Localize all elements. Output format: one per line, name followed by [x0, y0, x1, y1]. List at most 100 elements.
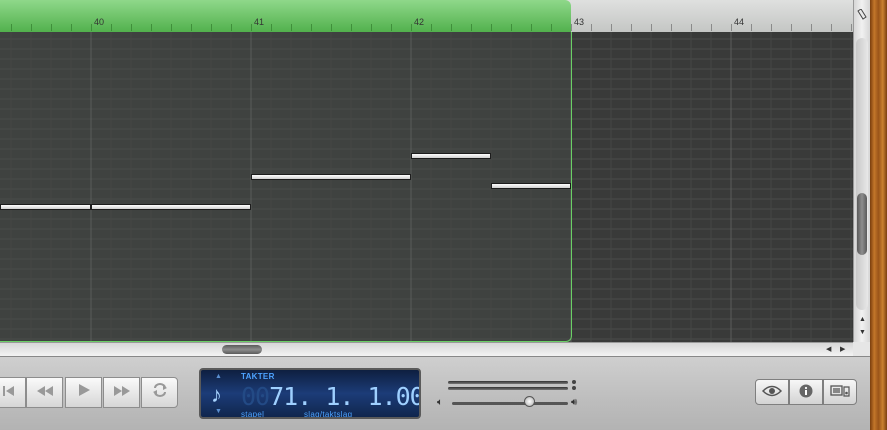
ruler-tick: [111, 24, 112, 31]
lcd-ghost-digits: 00: [241, 382, 270, 411]
ruler-tick: [471, 24, 472, 31]
ruler-tick: [171, 24, 172, 31]
ruler-tick: [851, 24, 852, 31]
fast-forward-icon: [112, 384, 132, 402]
volume-high-icon: 🔊︎: [571, 397, 578, 408]
master-volume-slider[interactable]: [452, 402, 568, 405]
bar-number-44: 44: [734, 17, 745, 27]
midi-note[interactable]: [0, 204, 91, 210]
view-button[interactable]: [755, 379, 789, 405]
ruler-tick: [91, 24, 92, 31]
midi-note[interactable]: [91, 204, 251, 210]
go-to-start-button[interactable]: [0, 377, 26, 408]
ruler-tick: [311, 24, 312, 31]
ruler-tick: [131, 24, 132, 31]
scroll-up-icon[interactable]: ▲: [859, 316, 866, 323]
midi-note[interactable]: [491, 183, 571, 189]
ruler-tick: [411, 24, 412, 31]
ruler-tick: [531, 24, 532, 31]
horizontal-scroll-thumb[interactable]: [222, 345, 262, 354]
ruler-tick: [751, 24, 752, 31]
playhead-position: 0071. 1. 1.001: [241, 382, 421, 411]
eye-icon: [761, 385, 783, 400]
cycle-icon: [151, 383, 169, 402]
ruler-tick: [611, 24, 612, 31]
scroll-right-icon[interactable]: ▶: [840, 345, 845, 353]
play-button[interactable]: [65, 377, 102, 408]
ruler-tick: [371, 24, 372, 31]
ruler-tick: [31, 24, 32, 31]
note-grid[interactable]: [0, 32, 853, 342]
ruler-tick: [771, 24, 772, 31]
lcd-mode-up-icon[interactable]: ▲: [215, 373, 222, 380]
ruler-tick: [571, 24, 572, 31]
bar-number-40: 40: [94, 17, 105, 27]
ruler-tick: [191, 24, 192, 31]
ruler-tick: [231, 24, 232, 31]
scroll-down-icon[interactable]: ▼: [859, 329, 866, 336]
fast-forward-button[interactable]: [103, 377, 140, 408]
clip-indicator-left: [572, 380, 576, 384]
ruler-tick: [491, 24, 492, 31]
ruler-tick: [651, 24, 652, 31]
bar-number-43: 43: [574, 17, 585, 27]
ruler-tick: [271, 24, 272, 31]
ruler-tick: [431, 24, 432, 31]
ruler-tick: [51, 24, 52, 31]
ruler-tick: [211, 24, 212, 31]
midi-note[interactable]: [251, 174, 411, 180]
transport-bar: ▲ ▼ TAKTER ♪ 0071. 1. 1.001 stapel slag/…: [0, 356, 870, 430]
lcd-mode-down-icon[interactable]: ▼: [215, 408, 222, 415]
midi-note[interactable]: [411, 153, 491, 159]
media-browser-icon: [830, 384, 850, 401]
music-note-icon[interactable]: ♪: [211, 382, 222, 408]
lcd-display[interactable]: ▲ ▼ TAKTER ♪ 0071. 1. 1.001 stapel slag/…: [199, 368, 421, 419]
bar-number-42: 42: [414, 17, 425, 27]
ruler-tick: [331, 24, 332, 31]
ruler-tick: [731, 24, 732, 31]
rewind-icon: [35, 384, 55, 402]
lcd-mode-label: TAKTER: [241, 372, 275, 381]
level-meter-right: [448, 387, 568, 390]
ruler-tick: [451, 24, 452, 31]
ruler-tick: [351, 24, 352, 31]
bar-number-41: 41: [254, 17, 265, 27]
ruler-tick: [151, 24, 152, 31]
scroll-left-icon[interactable]: ◀: [826, 345, 831, 353]
play-icon: [77, 383, 91, 402]
piano-roll-editor[interactable]: 40 41 42 43 44: [0, 0, 853, 342]
lcd-position-value: 71. 1. 1.001: [269, 382, 421, 411]
ruler-tick: [391, 24, 392, 31]
ruler-tick: [551, 24, 552, 31]
ruler-tick: [71, 24, 72, 31]
ruler-tick: [831, 24, 832, 31]
resize-handle-icon[interactable]: [857, 8, 867, 21]
horizontal-scrollbar[interactable]: ◀ ▶: [0, 342, 853, 356]
lcd-beat-label: slag/taktslag: [304, 410, 353, 419]
info-icon: [799, 384, 813, 401]
vertical-scroll-thumb[interactable]: [857, 193, 867, 255]
wood-frame: [870, 0, 887, 430]
ruler-tick: [251, 24, 252, 31]
ruler-tick: [691, 24, 692, 31]
ruler-tick: [11, 24, 12, 31]
rewind-button[interactable]: [26, 377, 63, 408]
ruler-tick: [671, 24, 672, 31]
go-to-start-icon: [1, 384, 15, 402]
scrollbar-corner: [853, 342, 870, 356]
ruler-tick: [811, 24, 812, 31]
media-browser-button[interactable]: [823, 379, 857, 405]
ruler-tick: [511, 24, 512, 31]
clip-indicator-right: [572, 386, 576, 390]
vertical-scrollbar[interactable]: ▲ ▼: [853, 0, 870, 342]
ruler-tick: [791, 24, 792, 31]
region-header[interactable]: [0, 0, 571, 33]
cycle-button[interactable]: [141, 377, 178, 408]
level-meter-left: [448, 381, 568, 384]
ruler-tick: [291, 24, 292, 31]
ruler-tick: [631, 24, 632, 31]
volume-low-icon: 🔈︎: [437, 397, 443, 408]
vertical-scroll-track[interactable]: [856, 38, 868, 310]
master-volume-knob[interactable]: [524, 396, 535, 407]
info-button[interactable]: [789, 379, 823, 405]
